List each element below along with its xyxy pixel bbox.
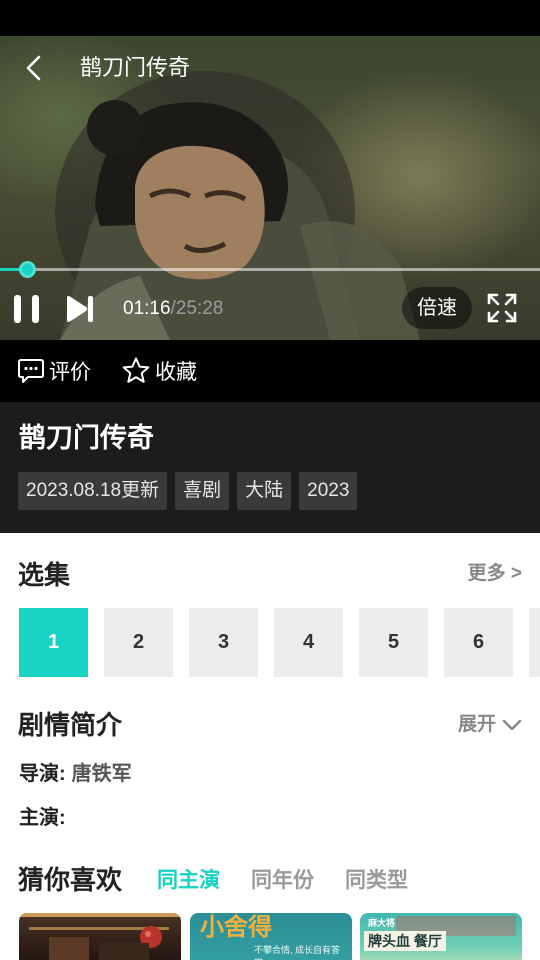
- poster-image: [19, 913, 181, 960]
- recommend-title: 猜你喜欢: [18, 865, 123, 895]
- director-value[interactable]: 唐铁军: [72, 763, 132, 785]
- episode-item[interactable]: 4: [274, 608, 343, 677]
- fullscreen-button[interactable]: [486, 292, 518, 324]
- fullscreen-icon: [487, 293, 517, 323]
- chevron-left-icon: [26, 55, 41, 81]
- episode-item[interactable]: 2: [104, 608, 173, 677]
- episode-item[interactable]: 6: [444, 608, 513, 677]
- episode-item[interactable]: 5: [359, 608, 428, 677]
- star-outline-icon: [122, 357, 150, 383]
- episode-item[interactable]: 1: [19, 608, 88, 677]
- comment-bubble-icon: [18, 359, 44, 383]
- tag-update-date: 2023.08.18更新: [18, 472, 168, 510]
- recommend-card[interactable]: [19, 913, 181, 960]
- cast-row: 主演:: [19, 804, 72, 832]
- progress-bar[interactable]: [0, 261, 540, 278]
- synopsis-expand-button[interactable]: 展开: [458, 711, 522, 739]
- favorite-label: 收藏: [155, 361, 197, 384]
- tag-list: 2023.08.18更新 喜剧 大陆 2023: [18, 472, 358, 510]
- status-bar: [0, 0, 540, 36]
- next-episode-button[interactable]: [64, 294, 96, 324]
- favorite-button[interactable]: 收藏: [121, 354, 197, 388]
- total-duration: 25:28: [175, 298, 224, 319]
- pause-icon: [14, 295, 39, 323]
- tab-same-cast[interactable]: 同主演: [157, 866, 220, 896]
- director-row: 导演: 唐铁军: [19, 760, 132, 788]
- poster-title: 小舍得: [200, 913, 272, 941]
- episode-list: 1 2 3 4 5 6: [19, 608, 540, 677]
- show-title: 鹊刀门传奇: [19, 423, 154, 453]
- poster-title: 牌头血 餐厅: [364, 931, 446, 951]
- more-episodes-link[interactable]: 更多 >: [468, 560, 522, 588]
- show-info: 鹊刀门传奇 2023.08.18更新 喜剧 大陆 2023: [0, 402, 540, 533]
- recommend-card[interactable]: 小舍得 不攀合情, 成长自有答案。: [190, 913, 352, 960]
- expand-label: 展开: [457, 714, 496, 735]
- comment-button[interactable]: 评价: [17, 354, 91, 388]
- skip-next-icon: [67, 296, 93, 322]
- chevron-down-icon: [502, 719, 522, 731]
- action-bar: 评价 收藏: [0, 340, 540, 402]
- episodes-title: 选集: [18, 560, 71, 590]
- progress-handle[interactable]: [19, 261, 36, 278]
- poster-tagline: 不攀合情, 成长自有答案。: [254, 945, 341, 960]
- recommend-card[interactable]: 麻大将 牌头血 餐厅: [360, 913, 522, 960]
- tab-same-year[interactable]: 同年份: [251, 866, 314, 896]
- playback-speed-button[interactable]: 倍速: [402, 287, 472, 329]
- director-label: 导演:: [19, 763, 66, 785]
- playback-time: 01:16/25:28: [123, 296, 223, 322]
- tag-genre: 喜剧: [175, 472, 230, 510]
- comment-label: 评价: [49, 361, 91, 384]
- back-button[interactable]: [14, 52, 54, 84]
- cast-label: 主演:: [19, 807, 66, 829]
- recommend-tabs: 同主演 同年份 同类型: [157, 866, 408, 896]
- synopsis-title: 剧情简介: [18, 710, 123, 740]
- episode-item[interactable]: 3: [189, 608, 258, 677]
- player-title: 鹊刀门传奇: [80, 55, 191, 80]
- tag-region: 大陆: [237, 472, 292, 510]
- current-time: 01:16: [123, 298, 171, 319]
- poster-badge: 麻大将: [368, 918, 396, 928]
- pause-button[interactable]: [10, 292, 44, 326]
- tag-year: 2023: [299, 472, 358, 510]
- episode-item-partial[interactable]: [529, 608, 540, 677]
- video-player[interactable]: 鹊刀门传奇 01:16/25:28 倍速: [0, 36, 540, 340]
- tab-same-genre[interactable]: 同类型: [345, 866, 408, 896]
